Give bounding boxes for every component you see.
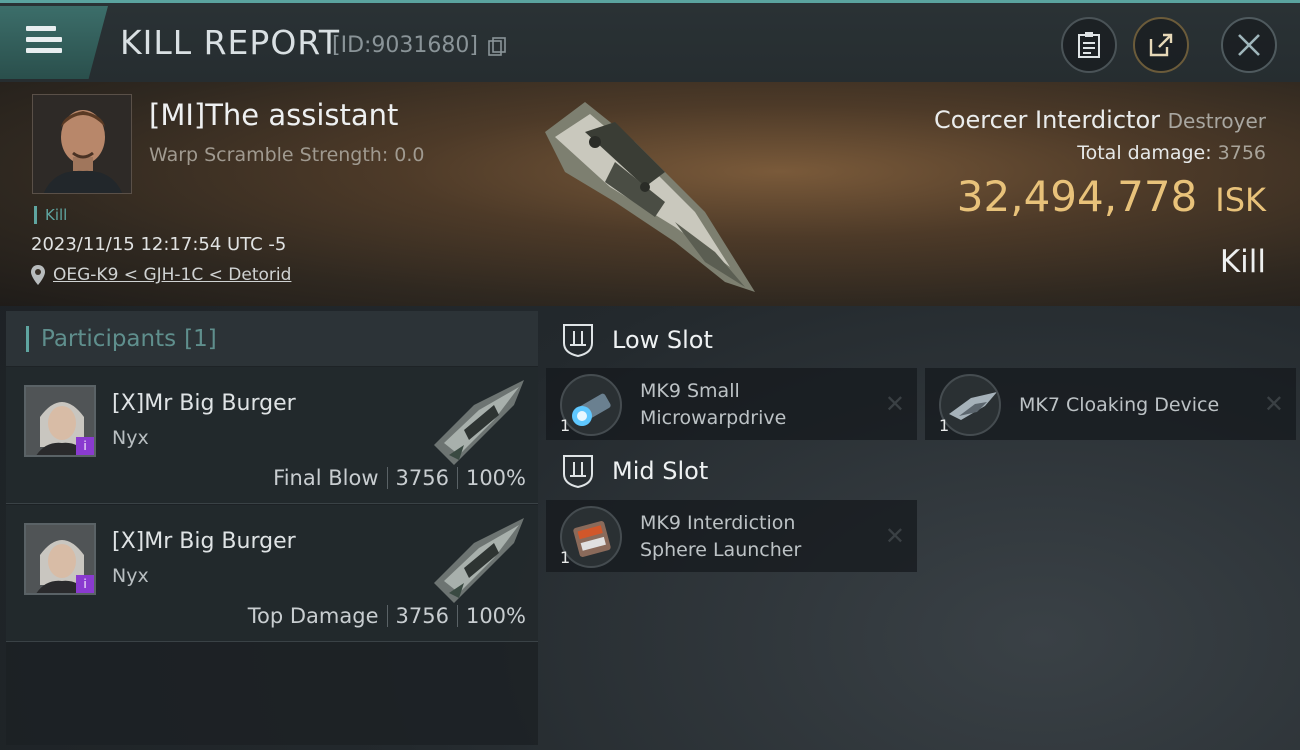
menu-icon [26,26,62,56]
header-accent-bar [26,325,29,352]
victim-ship-image [545,102,755,292]
participant-row[interactable]: i [X]Mr Big Burger Nyx Final Blow 3756 1… [6,367,538,504]
location-text: OEG-K9 < GJH-1C < Detorid [53,265,292,285]
participant-stats: Final Blow 3756 100% [273,466,526,490]
module-item[interactable]: 1 MK7 Cloaking Device ✕ [925,368,1296,440]
ship-class: Destroyer [1167,109,1266,133]
result-label: Kill [1219,244,1266,280]
clipboard-button[interactable] [1061,17,1117,73]
low-slot-label: Low Slot [612,326,713,354]
participant-ship: Nyx [112,565,149,587]
rank-badge-icon: i [76,575,94,593]
participant-percent: 100% [465,466,526,490]
ship-name: Coercer Interdictor [934,106,1160,134]
participant-name: [X]Mr Big Burger [112,529,296,554]
isk-unit: ISK [1215,181,1266,219]
victim-ship[interactable]: Coercer Interdictor Destroyer [934,106,1266,134]
module-name-line1: MK7 Cloaking Device [1019,394,1220,416]
participant-name: [X]Mr Big Burger [112,391,296,416]
isk-amount: 32,494,778 [956,172,1198,221]
low-slot-header: Low Slot [548,311,713,369]
victim-banner: [MI]The assistant Warp Scramble Strength… [0,82,1300,306]
close-button[interactable] [1221,17,1277,73]
participants-panel: Participants [1] i [X]Mr Big Burger Nyx [6,311,538,745]
module-name-line2: Sphere Launcher [640,539,802,561]
participant-percent: 100% [465,604,526,628]
shield-icon [563,324,593,357]
module-quantity: 1 [560,548,571,567]
module-name-line1: MK9 Interdiction [640,512,796,534]
victim-avatar [33,95,131,193]
page-title: KILL REPORT [120,23,340,62]
module-name-line2: Microwarpdrive [640,407,787,429]
module-item[interactable]: 1 MK9 Small Microwarpdrive ✕ [546,368,917,440]
module-name: MK9 Small Microwarpdrive [640,378,786,432]
remove-icon[interactable]: ✕ [885,390,905,418]
mid-slot-header: Mid Slot [548,442,708,500]
report-id: [ID:9031680] [332,33,478,58]
participant-ship: Nyx [112,427,149,449]
participant-role: Top Damage [247,604,379,628]
kill-tag: Kill [34,206,67,224]
participant-damage: 3756 [395,466,449,490]
module-name-line1: MK9 Small [640,380,740,402]
participant-avatar: i [24,523,96,595]
location-link[interactable]: OEG-K9 < GJH-1C < Detorid [31,265,291,285]
module-name: MK9 Interdiction Sphere Launcher [640,510,801,564]
kill-datetime: 2023/11/15 12:17:54 UTC -5 [31,234,287,255]
share-button[interactable] [1133,17,1189,73]
header-bar: KILL REPORT [ID:9031680] [0,0,1300,82]
location-pin-icon [31,265,45,285]
share-icon [1149,33,1173,57]
close-icon [1238,34,1260,56]
rank-badge-icon: i [76,437,94,455]
warp-scramble-strength: Warp Scramble Strength: 0.0 [149,144,425,166]
isk-value: 32,494,778 ISK [957,172,1266,221]
participant-ship-image [434,518,524,603]
victim-name[interactable]: [MI]The assistant [149,98,398,132]
participants-label: Participants [41,325,177,352]
kill-report-window: KILL REPORT [ID:9031680] [MI]The assista… [0,0,1300,750]
menu-button[interactable] [0,6,108,79]
shield-icon [563,455,593,488]
clipboard-icon [1078,32,1100,58]
module-name: MK7 Cloaking Device [1019,392,1219,419]
participant-row[interactable]: i [X]Mr Big Burger Nyx Top Damage 3756 1… [6,505,538,642]
module-quantity: 1 [939,416,950,435]
participant-ship-image [434,380,524,465]
participant-avatar: i [24,385,96,457]
participant-stats: Top Damage 3756 100% [248,604,526,628]
module-item[interactable]: 1 MK9 Interdiction Sphere Launcher ✕ [546,500,917,572]
module-quantity: 1 [560,416,571,435]
mid-slot-label: Mid Slot [612,457,709,485]
total-damage: Total damage: 3756 [1077,142,1266,164]
participants-count: [1] [184,325,217,352]
total-damage-value: 3756 [1217,142,1266,164]
victim-portrait[interactable] [32,94,132,194]
copy-icon[interactable] [488,37,506,57]
total-damage-label: Total damage: [1077,142,1212,164]
participant-role: Final Blow [273,466,379,490]
remove-icon[interactable]: ✕ [885,522,905,550]
remove-icon[interactable]: ✕ [1264,390,1284,418]
participants-header: Participants [1] [6,311,538,367]
participant-damage: 3756 [395,604,449,628]
